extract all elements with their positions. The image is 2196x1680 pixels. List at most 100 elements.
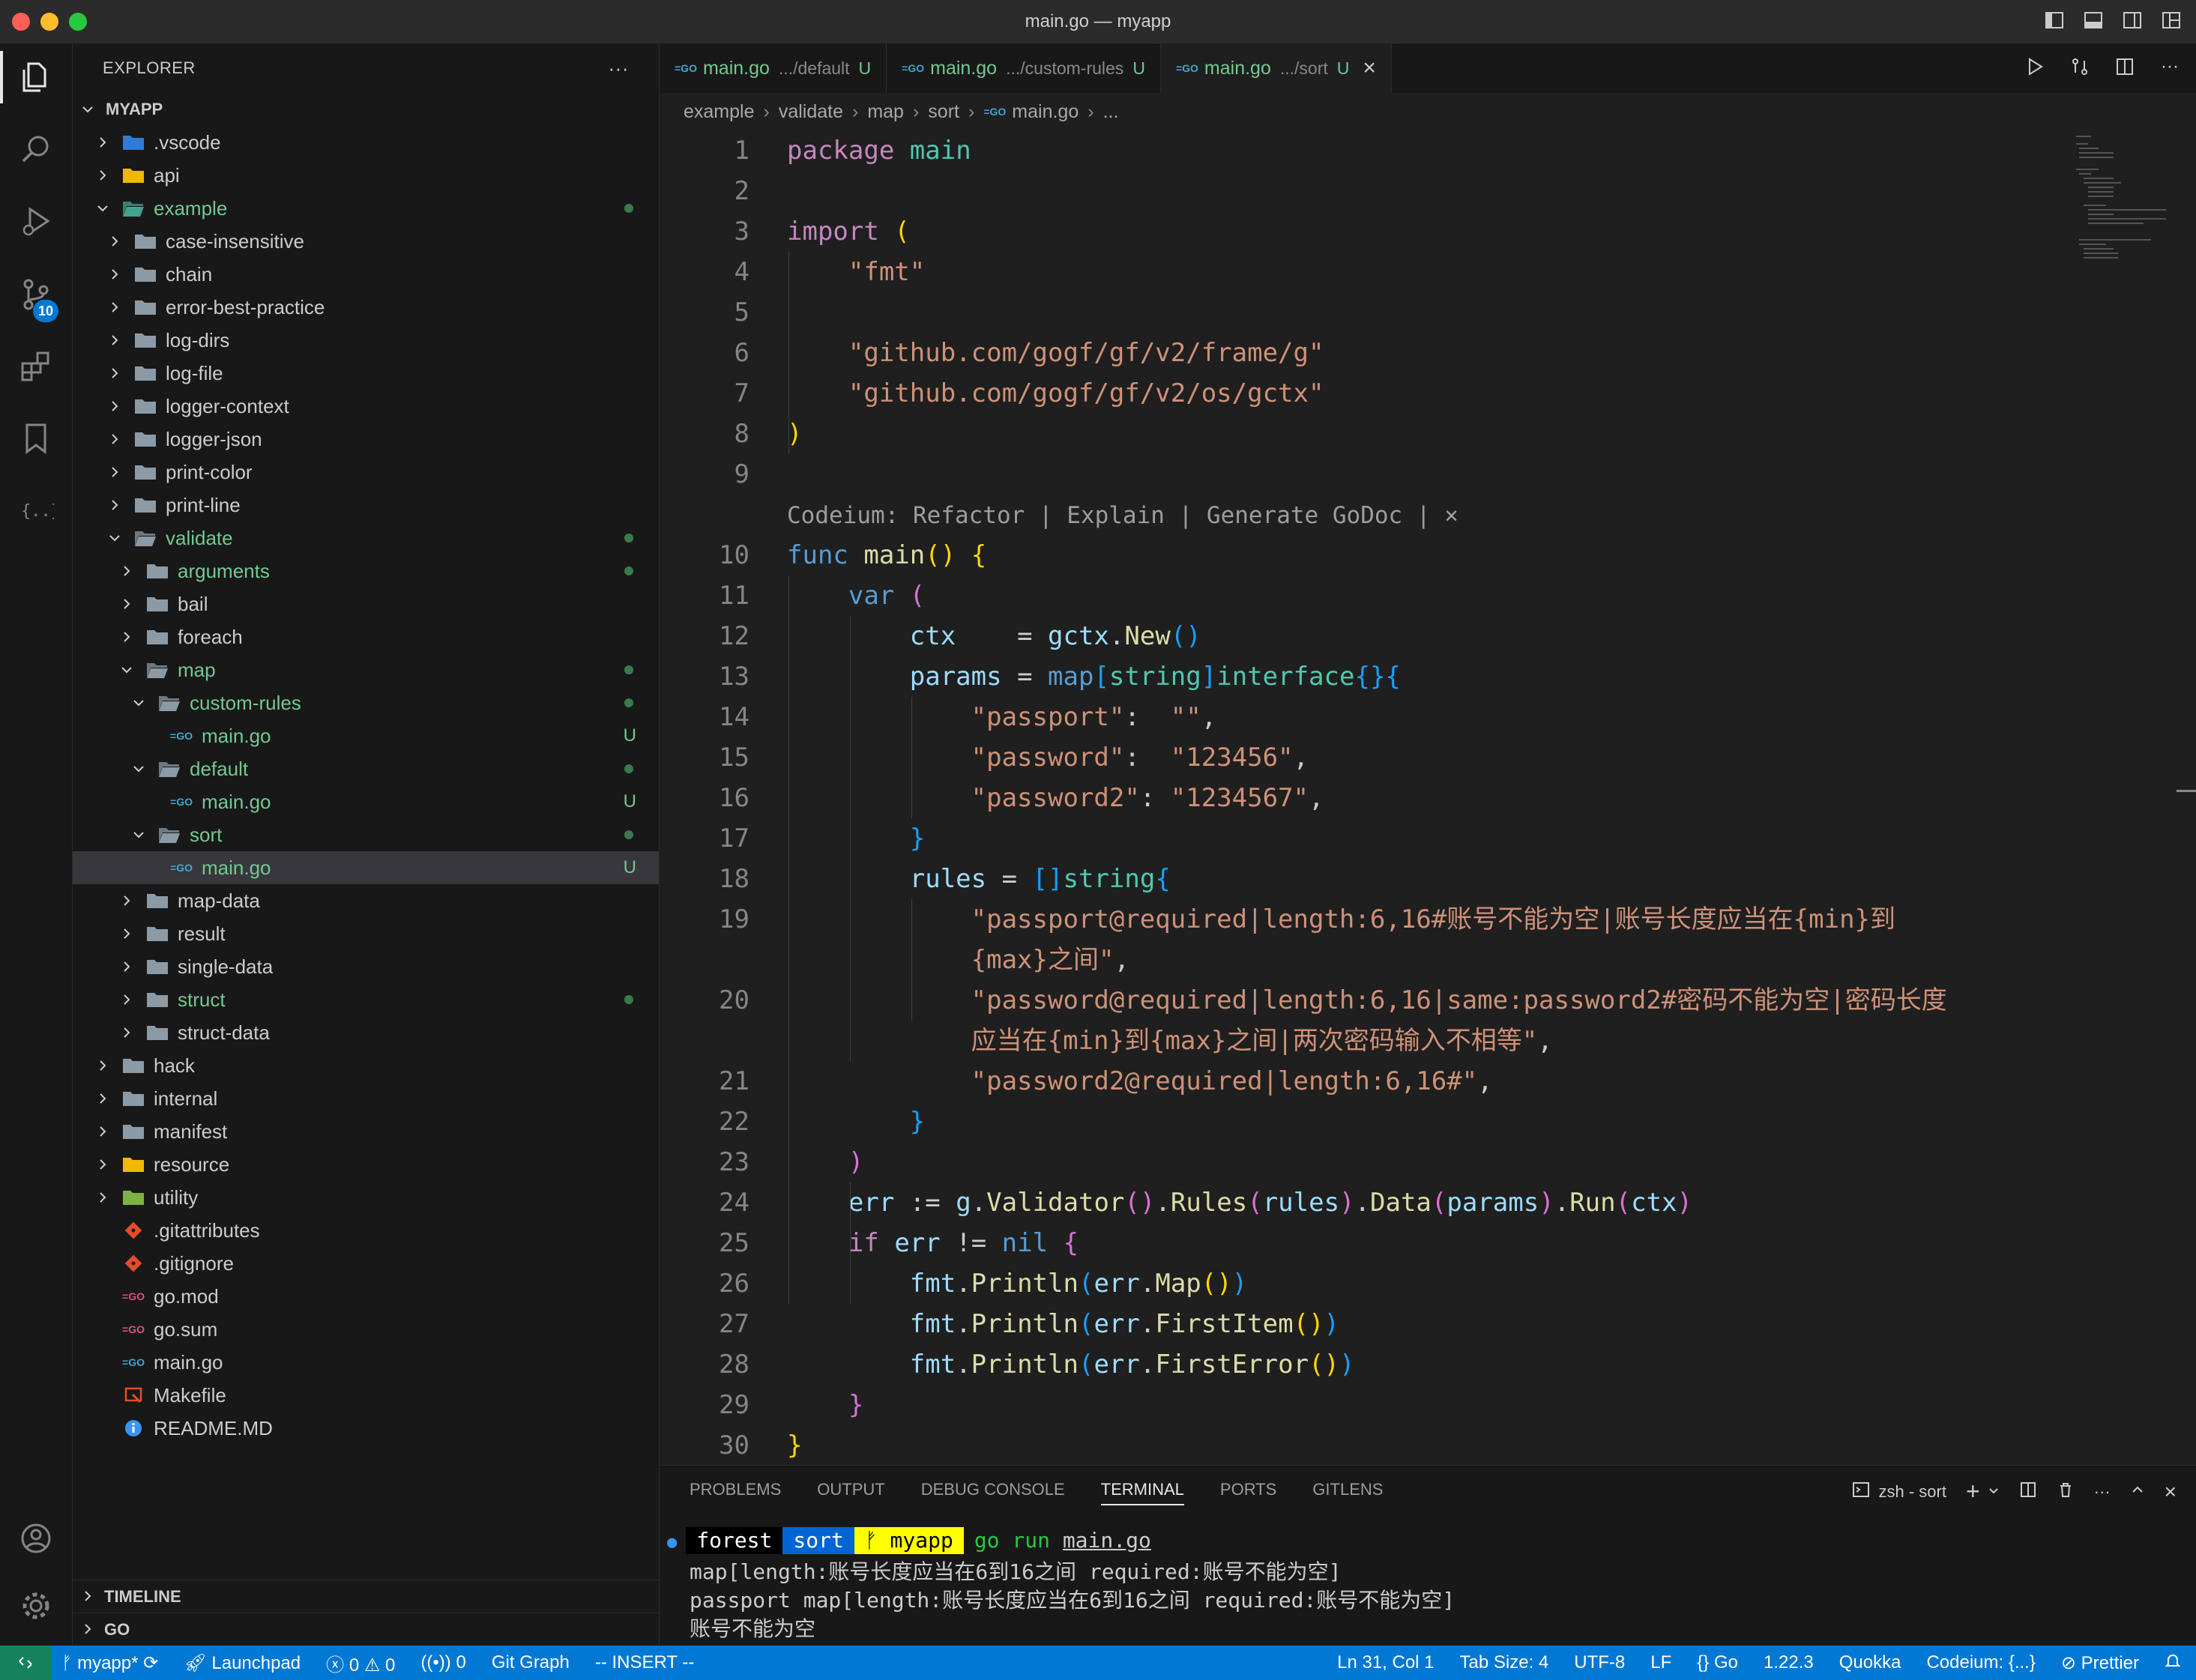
file-item[interactable]: .gitattributes	[73, 1214, 659, 1247]
split-editor-icon[interactable]	[2114, 55, 2136, 78]
folder-item[interactable]: print-line	[73, 489, 659, 522]
go-version-status[interactable]: 1.22.3	[1764, 1652, 1814, 1673]
folder-item[interactable]: example	[73, 192, 659, 225]
file-item[interactable]: .gitignore	[73, 1247, 659, 1280]
code-editor[interactable]: 1 package main 2 3 import (4 "fmt" 5 6 "github…	[660, 130, 2196, 1464]
window-close-button[interactable]	[12, 13, 30, 31]
terminal-name[interactable]: zsh - sort	[1879, 1482, 1946, 1502]
folder-item[interactable]: chain	[73, 258, 659, 291]
branch-status[interactable]: ᚠ myapp* ⟳	[61, 1652, 158, 1674]
folder-item[interactable]: validate	[73, 522, 659, 555]
more-actions-icon[interactable]: ···	[2094, 1482, 2111, 1502]
breadcrumb-item[interactable]: example	[684, 101, 755, 123]
window-minimize-button[interactable]	[40, 13, 58, 31]
folder-item[interactable]: default	[73, 752, 659, 785]
file-item[interactable]: =GO main.go	[73, 1346, 659, 1379]
eol-status[interactable]: LF	[1650, 1652, 1671, 1673]
folder-item[interactable]: sort	[73, 818, 659, 851]
more-actions-icon[interactable]: ···	[2159, 55, 2181, 78]
toggle-panel-icon[interactable]	[2082, 9, 2105, 31]
tab-debug-console[interactable]: DEBUG CONSOLE	[921, 1480, 1065, 1499]
search-icon[interactable]	[0, 115, 72, 183]
codelens-line[interactable]: Codeium: Refactor | Explain | Generate G…	[660, 495, 2196, 535]
go-section[interactable]: GO	[73, 1613, 659, 1646]
folder-item[interactable]: log-file	[73, 357, 659, 390]
folder-item[interactable]: utility	[73, 1181, 659, 1214]
file-item[interactable]: =GO go.mod	[73, 1280, 659, 1313]
trash-icon[interactable]	[2057, 1481, 2075, 1503]
folder-item[interactable]: hack	[73, 1049, 659, 1082]
maximize-panel-icon[interactable]	[2130, 1482, 2145, 1502]
quokka-status[interactable]: Quokka	[1839, 1652, 1901, 1673]
file-item[interactable]: =GO go.sum	[73, 1313, 659, 1346]
folder-item[interactable]: logger-context	[73, 390, 659, 423]
json-outline-icon[interactable]: {..}	[0, 477, 72, 544]
breadcrumb-item[interactable]: sort	[928, 101, 959, 123]
folder-item[interactable]: .vscode	[73, 126, 659, 159]
tab-problems[interactable]: PROBLEMS	[690, 1480, 781, 1499]
folder-item[interactable]: foreach	[73, 620, 659, 653]
file-item[interactable]: README.MD	[73, 1412, 659, 1445]
tab-main-go-sort[interactable]: =GO main.go .../sort U ×	[1160, 43, 1392, 93]
source-control-icon[interactable]: 10	[0, 261, 72, 328]
tab-gitlens[interactable]: GITLENS	[1312, 1480, 1383, 1499]
run-icon[interactable]	[2024, 55, 2046, 78]
more-actions-icon[interactable]: ···	[609, 57, 629, 80]
toggle-primary-sidebar-icon[interactable]	[2043, 9, 2066, 31]
cursor-position-status[interactable]: Ln 31, Col 1	[1337, 1652, 1434, 1673]
problems-status[interactable]: ⓧ 0 ⚠ 0	[326, 1650, 395, 1676]
terminal-prompt-line[interactable]: ● forest sort ᚠ myapp go run main.go	[667, 1527, 1151, 1554]
folder-item[interactable]: manifest	[73, 1115, 659, 1148]
tab-main-go-default[interactable]: =GO main.go .../default U	[660, 43, 887, 93]
folder-item[interactable]: api	[73, 159, 659, 192]
explorer-root-myapp[interactable]: MYAPP	[73, 93, 659, 126]
encoding-status[interactable]: UTF-8	[1574, 1652, 1625, 1673]
folder-item[interactable]: log-dirs	[73, 324, 659, 357]
prettier-status[interactable]: ⊘ Prettier	[2061, 1652, 2139, 1674]
folder-item[interactable]: map	[73, 653, 659, 686]
folder-item[interactable]: print-color	[73, 456, 659, 489]
language-status[interactable]: {} Go	[1697, 1652, 1738, 1673]
remote-indicator[interactable]	[0, 1646, 51, 1680]
folder-item[interactable]: resource	[73, 1148, 659, 1181]
customize-layout-icon[interactable]	[2160, 9, 2183, 31]
compare-changes-icon[interactable]	[2069, 55, 2091, 78]
accounts-icon[interactable]	[0, 1505, 72, 1572]
codeium-status[interactable]: Codeium: {...}	[1926, 1652, 2035, 1673]
folder-item[interactable]: result	[73, 917, 659, 950]
file-item[interactable]: Makefile	[73, 1379, 659, 1412]
ports-status[interactable]: ((•)) 0	[420, 1652, 465, 1673]
window-maximize-button[interactable]	[69, 13, 87, 31]
timeline-section[interactable]: TIMELINE	[73, 1580, 659, 1613]
tab-main-go-custom-rules[interactable]: =GO main.go .../custom-rules U	[887, 43, 1161, 93]
tab-ports[interactable]: PORTS	[1220, 1480, 1276, 1499]
folder-item[interactable]: bail	[73, 587, 659, 620]
folder-item[interactable]: struct-data	[73, 1016, 659, 1049]
folder-item[interactable]: arguments	[73, 555, 659, 587]
folder-item[interactable]: error-best-practice	[73, 291, 659, 324]
folder-item[interactable]: logger-json	[73, 423, 659, 456]
tab-terminal[interactable]: TERMINAL	[1100, 1480, 1184, 1505]
breadcrumb-item[interactable]: validate	[779, 101, 843, 123]
extensions-icon[interactable]	[0, 333, 72, 400]
codeium-codelens[interactable]: Codeium: Refactor | Explain | Generate G…	[787, 502, 1459, 529]
toggle-secondary-sidebar-icon[interactable]	[2121, 9, 2144, 31]
close-panel-icon[interactable]: ×	[2165, 1480, 2177, 1504]
settings-gear-icon[interactable]	[0, 1572, 72, 1640]
folder-item[interactable]: custom-rules	[73, 686, 659, 719]
notifications-bell-icon[interactable]	[2165, 1652, 2181, 1674]
file-item[interactable]: =GO main.go U	[73, 719, 659, 752]
run-debug-icon[interactable]	[0, 187, 72, 255]
explorer-icon[interactable]	[0, 43, 72, 111]
close-tab-icon[interactable]: ×	[1363, 55, 1376, 81]
chevron-down-icon[interactable]	[1988, 1482, 2000, 1502]
tab-output[interactable]: OUTPUT	[817, 1480, 884, 1499]
file-item[interactable]: =GO main.go U	[73, 851, 659, 884]
new-terminal-icon[interactable]: +	[1966, 1478, 1980, 1505]
breadcrumb-item[interactable]: ...	[1103, 101, 1119, 123]
folder-item[interactable]: single-data	[73, 950, 659, 983]
breadcrumb-item[interactable]: main.go	[1012, 101, 1079, 123]
folder-item[interactable]: internal	[73, 1082, 659, 1115]
breadcrumb-item[interactable]: map	[867, 101, 904, 123]
git-graph-status[interactable]: Git Graph	[492, 1652, 570, 1673]
